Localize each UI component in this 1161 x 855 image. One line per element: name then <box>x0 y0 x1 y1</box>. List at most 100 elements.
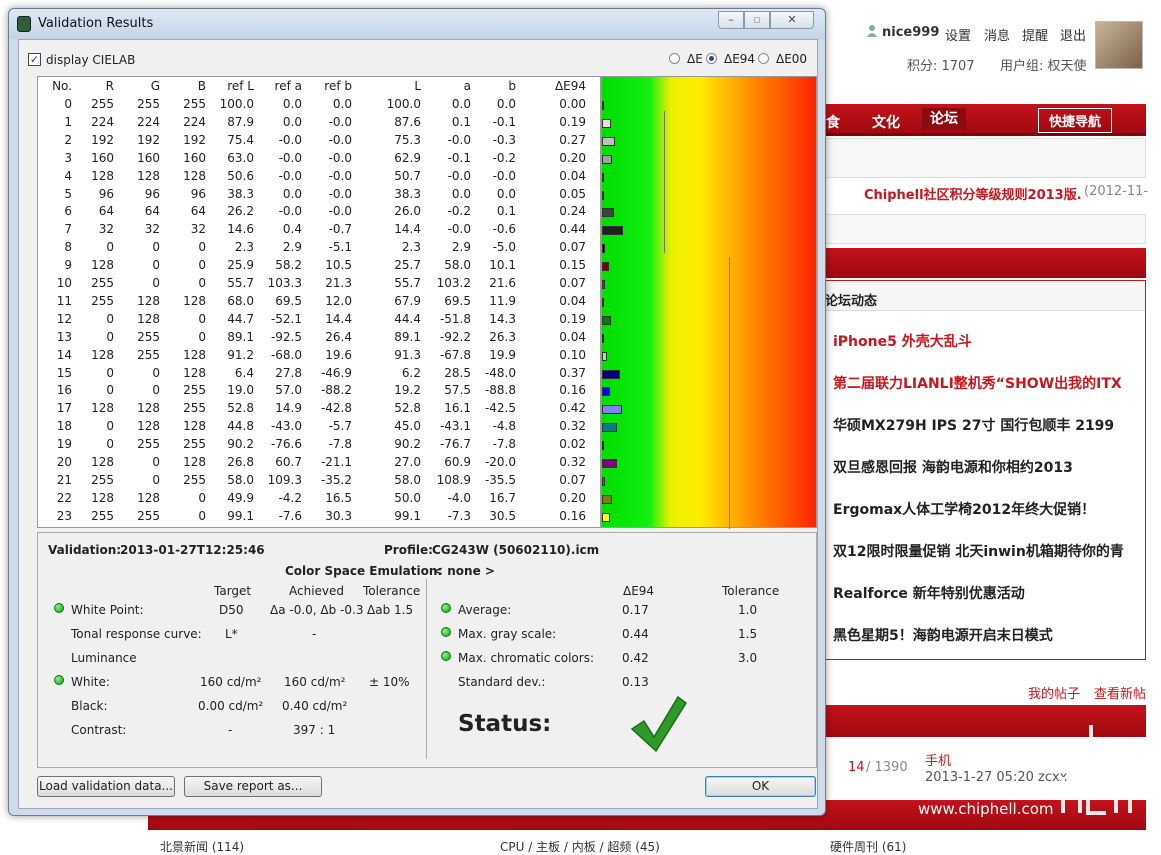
feed-item[interactable]: Ergomax人体工学椅2012年终大促销！ <box>833 499 1095 519</box>
table-cell: 2.9 <box>282 240 302 255</box>
table-cell: 128 <box>91 258 114 273</box>
validation-summary-panel: Validation: 2013-01-27T12:25:46 Profile:… <box>37 532 817 768</box>
table-cell: 12 <box>56 311 72 326</box>
column-header[interactable]: ΔE94 <box>555 79 586 93</box>
avatar[interactable] <box>1095 21 1143 69</box>
delta-e-bar <box>602 441 604 451</box>
minimize-button[interactable]: – <box>718 11 744 29</box>
table-cell: -0.0 <box>447 168 471 183</box>
table-cell: 89.1 <box>227 329 254 344</box>
table-cell: 0 <box>106 311 114 326</box>
column-header[interactable]: b <box>508 79 516 93</box>
status-ok-icon <box>441 651 451 661</box>
thread-category[interactable]: 手机 <box>925 750 951 769</box>
bottom-link[interactable]: 硬件周刊 (61) <box>830 838 906 855</box>
table-cell: -52.1 <box>270 311 302 326</box>
display-cielab-checkbox[interactable]: ✓ <box>28 53 41 66</box>
radio-delta-e00[interactable] <box>758 53 769 64</box>
feed-item[interactable]: iPhone5 外壳大乱斗 <box>833 331 972 351</box>
table-row: 4 128 128 128 50.6 -0.0 -0.0 50.7 -0.0 -0.0 0.04 <box>38 168 600 187</box>
table-row: 20 128 0 128 26.8 60.7 -21.1 27.0 60.9 -20.0 0.32 <box>38 455 600 473</box>
table-cell: -0.3 <box>492 132 516 147</box>
table-cell: -92.5 <box>270 329 302 344</box>
table-cell: 0.00 <box>559 97 586 111</box>
table-cell: 0.27 <box>559 132 586 147</box>
table-row: 5 96 96 96 38.3 0.0 -0.0 38.3 0.0 0.0 0.05 <box>38 186 600 205</box>
bottom-link[interactable]: 北景新闻 (114) <box>160 838 244 855</box>
table-cell: 0.16 <box>559 508 586 523</box>
close-button[interactable]: ✕ <box>770 11 814 29</box>
column-header[interactable]: ref b <box>324 79 352 93</box>
table-cell: -4.8 <box>492 419 516 434</box>
table-cell: 67.9 <box>394 293 421 308</box>
white-point-target: D50 <box>219 603 244 617</box>
column-header[interactable]: No. <box>52 79 72 93</box>
nav-food[interactable]: 食 <box>826 112 840 132</box>
new-posts-link[interactable]: 查看新帖 <box>1094 683 1146 702</box>
table-cell: 224 <box>183 114 206 129</box>
column-header[interactable]: R <box>106 79 114 93</box>
table-cell: 13 <box>56 329 72 344</box>
emulation-label: Color Space Emulation: <box>285 564 443 578</box>
radio-delta-e[interactable] <box>669 53 680 64</box>
nav-forum[interactable]: 论坛 <box>922 108 966 130</box>
table-cell: 14.6 <box>227 222 254 237</box>
username-link[interactable]: nice999 <box>882 25 939 40</box>
white-target: 160 cd/m² <box>200 675 262 689</box>
link-reminders[interactable]: 提醒 <box>1022 25 1048 44</box>
table-cell: -0.6 <box>492 222 516 237</box>
column-header[interactable]: ref L <box>227 79 254 93</box>
ok-button[interactable]: OK <box>705 776 816 797</box>
table-cell: 0.20 <box>559 150 586 165</box>
bottom-link[interactable]: CPU / 主板 / 内板 / 超频 (45) <box>500 838 660 855</box>
column-header[interactable]: G <box>151 79 160 93</box>
link-logout[interactable]: 退出 <box>1060 25 1086 44</box>
feed-item[interactable]: 黑色星期5！海韵电源开启末日模式 <box>833 625 1053 645</box>
table-cell: 22 <box>56 490 72 505</box>
table-row: 8 0 0 0 2.3 2.9 -5.1 2.3 2.9 -5.0 0.07 <box>38 240 600 258</box>
feed-item[interactable]: 双12限时限量促销 北天inwin机箱期待你的青 <box>833 541 1124 561</box>
dialog-client-area: ✓ display CIELAB ΔE ΔE94 ΔE00 No. R G Bref … <box>18 39 818 809</box>
table-cell: 0.07 <box>559 276 586 290</box>
table-cell: 0.05 <box>559 186 586 201</box>
quick-nav-button[interactable]: 快捷导航 <box>1038 108 1113 133</box>
table-cell: 52.8 <box>227 401 254 416</box>
column-header[interactable]: B <box>198 79 206 93</box>
link-settings[interactable]: 设置 <box>945 25 971 44</box>
feed-item[interactable]: 双旦感恩回报 海韵电源和你相约2013 <box>833 457 1073 477</box>
table-cell: 160 <box>137 150 160 165</box>
radio-delta-e94[interactable] <box>706 53 717 64</box>
table-cell: 0.0 <box>496 186 516 201</box>
table-cell: 27.0 <box>394 455 421 469</box>
nav-culture[interactable]: 文化 <box>872 112 900 132</box>
column-header[interactable]: ref a <box>275 79 302 93</box>
table-cell: 10.5 <box>325 258 352 273</box>
table-cell: -0.2 <box>492 150 516 165</box>
points-text[interactable]: 积分: 1707 <box>907 55 975 74</box>
table-cell: 0.0 <box>451 186 471 201</box>
table-cell: 0 <box>152 276 160 290</box>
maximize-button[interactable]: ▫ <box>744 11 770 29</box>
table-row: 1 224 224 224 87.9 0.0 -0.0 87.6 0.1 -0.1 0.19 <box>38 114 600 133</box>
table-cell: 0 <box>198 276 206 290</box>
feed-item[interactable]: Realforce 新年特别优惠活动 <box>833 583 1025 603</box>
table-cell: 44.7 <box>227 311 254 326</box>
table-cell: 0 <box>198 258 206 273</box>
feed-item[interactable]: 华硕MX279H IPS 27寸 国行包顺丰 2199 <box>833 415 1114 435</box>
column-header[interactable]: a <box>464 79 471 93</box>
table-cell: 128 <box>137 311 160 326</box>
feed-item[interactable]: 第二届联力LIANLI整机秀“SHOW出我的ITX <box>833 373 1122 393</box>
radio-delta-e94-label: ΔE94 <box>724 52 756 66</box>
black-target: 0.00 cd/m² <box>198 699 264 713</box>
my-posts-link[interactable]: 我的帖子 <box>1028 683 1080 702</box>
notice-link[interactable]: Chiphell社区积分等级规则2013版. <box>864 184 1082 203</box>
table-cell: -88.8 <box>484 383 516 398</box>
link-messages[interactable]: 消息 <box>984 25 1010 44</box>
table-row: 23 255 255 0 99.1 -7.6 30.3 99.1 -7.3 30.5 0.16 <box>38 508 600 527</box>
measurement-table[interactable]: No. R G Bref Lref a ref b La b ΔE94 0 255 255 255 10… <box>37 76 601 528</box>
load-validation-data-button[interactable]: Load validation data... <box>37 776 175 797</box>
save-report-button[interactable]: Save report as... <box>184 776 322 797</box>
delta-e-bar <box>602 297 604 307</box>
title-bar[interactable]: Validation Results – ▫ ✕ <box>9 9 825 39</box>
column-header[interactable]: L <box>414 79 421 93</box>
